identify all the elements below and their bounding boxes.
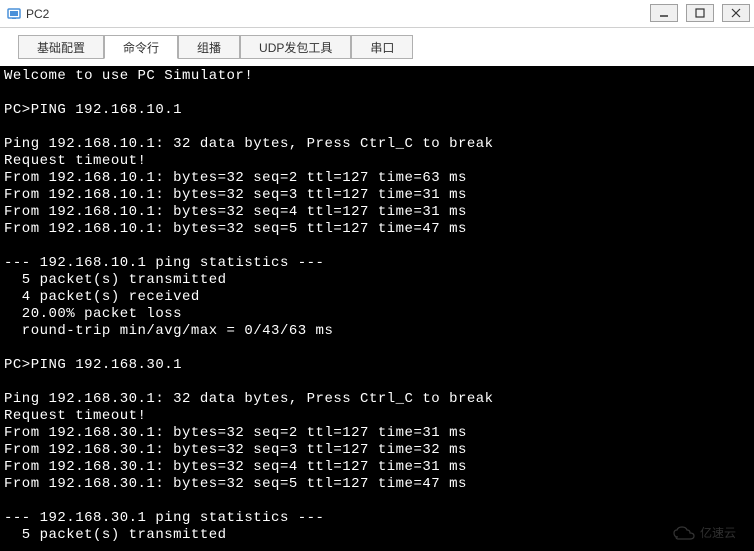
terminal-output[interactable]: Welcome to use PC Simulator! PC>PING 192…: [0, 66, 754, 551]
maximize-button[interactable]: [686, 4, 714, 22]
app-icon: [6, 6, 22, 22]
tab-basic-config[interactable]: 基础配置: [18, 35, 104, 59]
tab-serial[interactable]: 串口: [351, 35, 413, 59]
tab-command-line[interactable]: 命令行: [104, 35, 178, 59]
tab-multicast[interactable]: 组播: [178, 35, 240, 59]
cloud-icon: [672, 525, 696, 541]
window-title: PC2: [26, 7, 49, 21]
titlebar: PC2: [0, 0, 754, 28]
watermark-text: 亿速云: [700, 524, 736, 541]
watermark: 亿速云: [672, 524, 736, 541]
minimize-button[interactable]: [650, 4, 678, 22]
window-controls: [650, 4, 750, 22]
tab-udp-tool[interactable]: UDP发包工具: [240, 35, 351, 59]
tab-bar: 基础配置 命令行 组播 UDP发包工具 串口: [0, 28, 754, 66]
close-button[interactable]: [722, 4, 750, 22]
